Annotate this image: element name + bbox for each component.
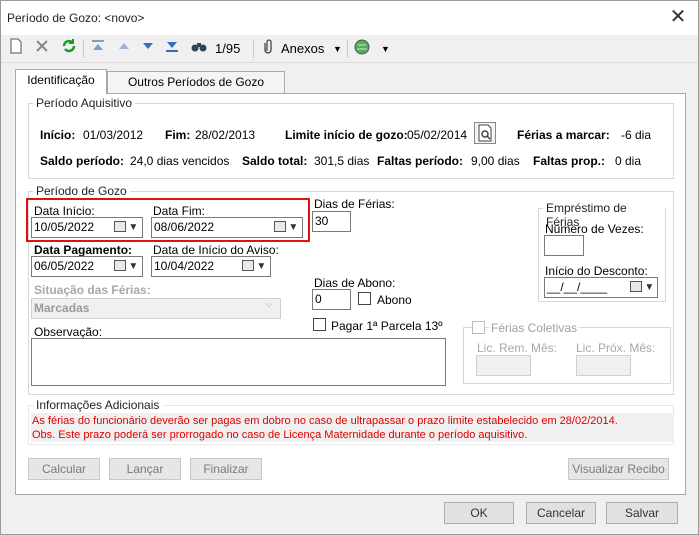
- lic-prox-label: Lic. Próx. Mês:: [576, 341, 656, 355]
- window-title: Período de Gozo: <novo>: [7, 11, 145, 25]
- periodo-gozo-legend: Período de Gozo: [33, 184, 130, 198]
- paperclip-icon[interactable]: [263, 38, 275, 60]
- periodo-aquisitivo-legend: Período Aquisitivo: [33, 96, 136, 110]
- lancar-button[interactable]: Lançar: [109, 458, 181, 480]
- data-pagamento-label: Data Pagamento:: [34, 243, 133, 257]
- inicio-label: Início:: [40, 128, 76, 142]
- abono-checkbox[interactable]: [358, 292, 371, 305]
- tab-outros-periodos[interactable]: Outros Períodos de Gozo: [107, 71, 285, 93]
- previous-record-icon[interactable]: [117, 38, 131, 60]
- observacao-textarea[interactable]: [31, 338, 446, 386]
- saldo-periodo-label: Saldo período:: [40, 154, 124, 168]
- ferias-marcar-value: -6 dia: [621, 128, 652, 142]
- tab-identificacao[interactable]: Identificação: [15, 69, 107, 94]
- faltas-prop-label: Faltas prop.:: [533, 154, 606, 168]
- inicio-desconto-calendar-icon[interactable]: ▼: [625, 277, 659, 298]
- delete-icon[interactable]: [35, 38, 49, 60]
- highlight-box: [26, 198, 310, 242]
- saldo-periodo-value: 24,0 dias vencidos: [130, 154, 230, 168]
- refresh-icon[interactable]: [61, 38, 77, 60]
- inicio-desconto-label: Início do Desconto:: [545, 264, 648, 278]
- situacao-chevron-down-icon: ⌵: [265, 299, 273, 310]
- globe-icon[interactable]: [353, 38, 371, 60]
- new-document-icon[interactable]: [9, 38, 23, 60]
- data-pagamento-value: 06/05/2022: [34, 259, 95, 273]
- calcular-button[interactable]: Calcular: [28, 458, 100, 480]
- ferias-marcar-label: Férias a marcar:: [517, 128, 610, 142]
- limite-value: 05/02/2014: [407, 128, 468, 142]
- inicio-desconto-value: __/__/____: [547, 280, 608, 294]
- faltas-periodo-label: Faltas período:: [377, 154, 464, 168]
- situacao-value: Marcadas: [34, 301, 90, 315]
- lic-rem-label: Lic. Rem. Mês:: [477, 341, 558, 355]
- abono-label: Abono: [377, 293, 412, 307]
- data-aviso-calendar-icon[interactable]: ▼: [237, 256, 271, 277]
- dias-ferias-input[interactable]: 30: [312, 211, 351, 232]
- saldo-total-value: 301,5 dias: [314, 154, 370, 168]
- faltas-prop-value: 0 dia: [615, 154, 642, 168]
- pagar-13-label: Pagar 1ª Parcela 13º: [331, 319, 443, 333]
- anexos-dropdown-icon[interactable]: ▼: [333, 38, 342, 60]
- info-line-2: Obs. Este prazo poderá ser prorrogado no…: [32, 429, 528, 441]
- data-aviso-label: Data de Início do Aviso:: [153, 243, 279, 257]
- toolbar-separator: [83, 40, 84, 58]
- record-counter: 1/95: [215, 41, 241, 56]
- data-pagamento-calendar-icon[interactable]: ▼: [109, 256, 143, 277]
- faltas-periodo-value: 9,00 dias: [471, 154, 520, 168]
- first-record-icon[interactable]: [91, 38, 105, 60]
- lic-prox-input[interactable]: [576, 355, 631, 376]
- info-line-1: As férias do funcionário deverão ser pag…: [32, 415, 618, 427]
- cancelar-button[interactable]: Cancelar: [526, 502, 596, 524]
- numero-vezes-label: Número de Vezes:: [545, 222, 644, 236]
- finalizar-button[interactable]: Finalizar: [190, 458, 262, 480]
- situacao-label: Situação das Férias:: [34, 283, 151, 297]
- ferias-coletivas-checkbox[interactable]: [472, 321, 485, 334]
- dias-abono-input[interactable]: 0: [312, 289, 351, 310]
- ok-button[interactable]: OK: [444, 502, 514, 524]
- pagar-13-checkbox[interactable]: [313, 318, 326, 331]
- informacoes-legend: Informações Adicionais: [33, 398, 163, 412]
- dias-abono-value: 0: [315, 292, 322, 306]
- salvar-button[interactable]: Salvar: [606, 502, 678, 524]
- lic-rem-input[interactable]: [476, 355, 531, 376]
- close-icon[interactable]: ✕: [665, 5, 691, 29]
- dialog-window: Período de Gozo: <novo> ✕ 1/95 Anexos ▼ …: [0, 0, 699, 535]
- dias-abono-label: Dias de Abono:: [314, 276, 396, 290]
- observacao-label: Observação:: [34, 325, 103, 339]
- toolbar: 1/95 Anexos ▼ ▼: [1, 35, 698, 63]
- inicio-value: 01/03/2012: [83, 128, 144, 142]
- visualizar-recibo-button[interactable]: Visualizar Recibo: [568, 458, 669, 480]
- data-aviso-value: 10/04/2022: [154, 259, 215, 273]
- next-record-icon[interactable]: [141, 38, 155, 60]
- last-record-icon[interactable]: [165, 38, 179, 60]
- dias-ferias-label: Dias de Férias:: [314, 197, 395, 211]
- ferias-coletivas-label: Férias Coletivas: [489, 321, 580, 335]
- saldo-total-label: Saldo total:: [242, 154, 308, 168]
- document-search-icon[interactable]: [474, 122, 496, 144]
- fim-label: Fim:: [165, 128, 191, 142]
- toolbar-separator: [347, 40, 348, 58]
- dias-ferias-value: 30: [315, 214, 329, 228]
- toolbar-separator: [253, 40, 254, 58]
- limite-label: Limite início de gozo:: [285, 128, 408, 142]
- fim-value: 28/02/2013: [195, 128, 256, 142]
- globe-dropdown-icon[interactable]: ▼: [381, 38, 390, 60]
- title-bar: Período de Gozo: <novo> ✕: [1, 1, 698, 35]
- binoculars-icon[interactable]: [191, 38, 207, 60]
- anexos-button[interactable]: Anexos: [281, 38, 324, 60]
- situacao-select[interactable]: Marcadas: [31, 298, 281, 319]
- numero-vezes-input[interactable]: [544, 235, 584, 256]
